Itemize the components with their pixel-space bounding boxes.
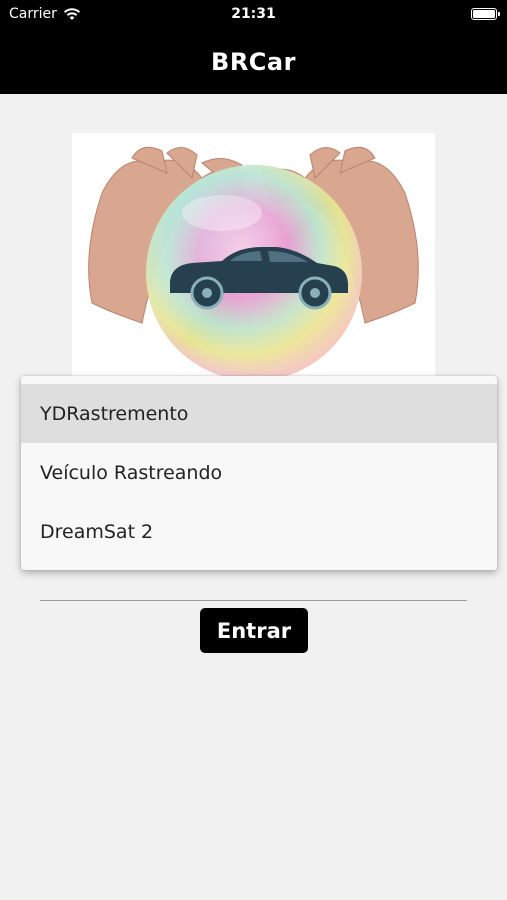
app-title: BRCar [211, 48, 296, 76]
hero-image [72, 133, 435, 383]
dropdown-option-veiculo-rastreando[interactable]: Veículo Rastreando [21, 443, 497, 502]
status-time: 21:31 [231, 6, 276, 22]
dropdown-option-ydrastremento[interactable]: YDRastremento [21, 384, 497, 443]
company-dropdown-menu[interactable]: YDRastremento Veículo Rastreando DreamSa… [21, 376, 497, 570]
battery-icon [471, 8, 500, 20]
dropdown-option-label: Veículo Rastreando [40, 461, 223, 484]
car-insurance-illustration [88, 146, 419, 381]
navigation-bar: BRCar [0, 30, 507, 94]
dropdown-option-label: DreamSat 2 [40, 520, 154, 543]
enter-button[interactable]: Entrar [200, 608, 308, 653]
field-underline [40, 600, 467, 601]
status-bar: Carrier 21:31 [0, 0, 507, 30]
dropdown-option-dreamsat-2[interactable]: DreamSat 2 [21, 502, 497, 561]
dropdown-option-label: YDRastremento [40, 402, 189, 425]
